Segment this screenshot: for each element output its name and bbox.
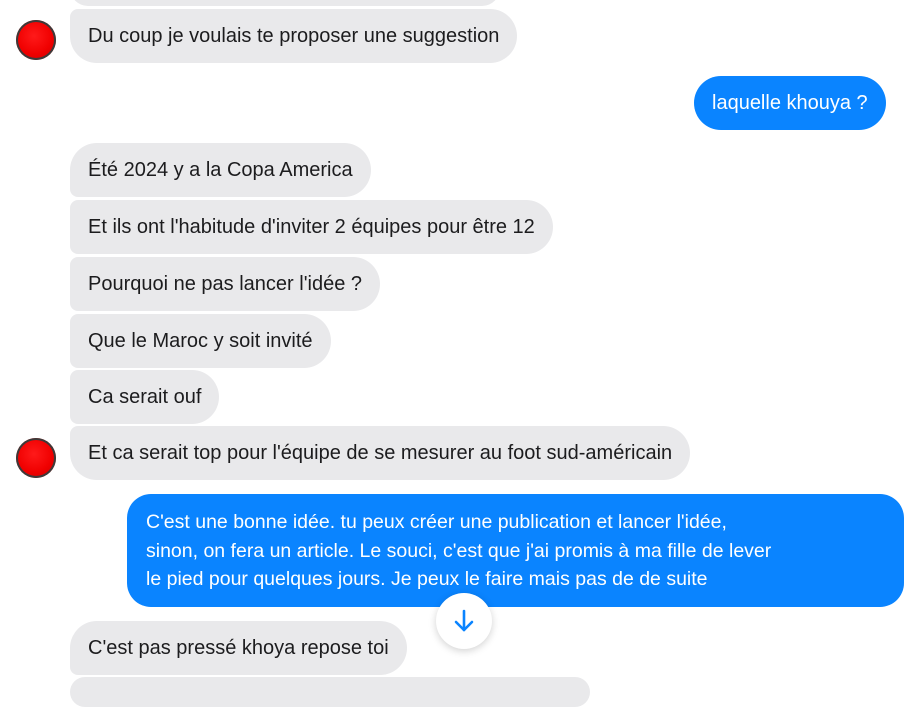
contact-avatar[interactable] [16, 20, 56, 60]
message-bubble-incoming[interactable]: Ca serait ouf [70, 370, 220, 424]
message-text: Du coup je voulais te proposer une sugge… [88, 25, 500, 47]
message-bubble-incoming[interactable]: C'est pas pressé khoya repose toi [70, 621, 407, 675]
message-bubble-incoming[interactable]: Pourquoi ne pas lancer l'idée ? [70, 257, 381, 311]
message-bubble-incoming[interactable]: Été 2024 y a la Copa America [70, 143, 371, 197]
message-bubble-cropped-bottom[interactable] [70, 677, 590, 707]
message-text: Et ca serait top pour l'équipe de se mes… [88, 442, 673, 464]
message-text: Pourquoi ne pas lancer l'idée ? [88, 273, 363, 295]
message-bubble-incoming[interactable]: Et ca serait top pour l'équipe de se mes… [70, 426, 691, 480]
message-bubble-outgoing[interactable]: laquelle khouya ? [694, 76, 886, 130]
message-text: Été 2024 y a la Copa America [88, 159, 353, 181]
message-bubble-incoming[interactable]: Et ils ont l'habitude d'inviter 2 équipe… [70, 200, 553, 254]
message-bubble-incoming[interactable]: Du coup je voulais te proposer une sugge… [70, 9, 518, 63]
message-text: C'est pas pressé khoya repose toi [88, 637, 389, 659]
scroll-to-bottom-button[interactable] [436, 593, 492, 649]
message-bubble-incoming[interactable]: Que le Maroc y soit invité [70, 314, 331, 368]
message-text-line: sinon, on fera un article. Le souci, c'e… [146, 539, 772, 562]
message-text: Et ils ont l'habitude d'inviter 2 équipe… [88, 216, 535, 238]
arrow-down-icon [451, 608, 477, 634]
message-bubble-cropped-top[interactable] [70, 0, 500, 6]
message-text: laquelle khouya ? [712, 92, 868, 114]
contact-avatar[interactable] [16, 438, 56, 478]
message-text: Ca serait ouf [88, 386, 202, 408]
message-text-line: C'est une bonne idée. tu peux créer une … [146, 511, 727, 533]
message-text: Que le Maroc y soit invité [88, 330, 313, 352]
message-text-line: le pied pour quelques jours. Je peux le … [146, 568, 708, 590]
message-bubble-outgoing[interactable]: C'est une bonne idée. tu peux créer une … [127, 494, 904, 607]
